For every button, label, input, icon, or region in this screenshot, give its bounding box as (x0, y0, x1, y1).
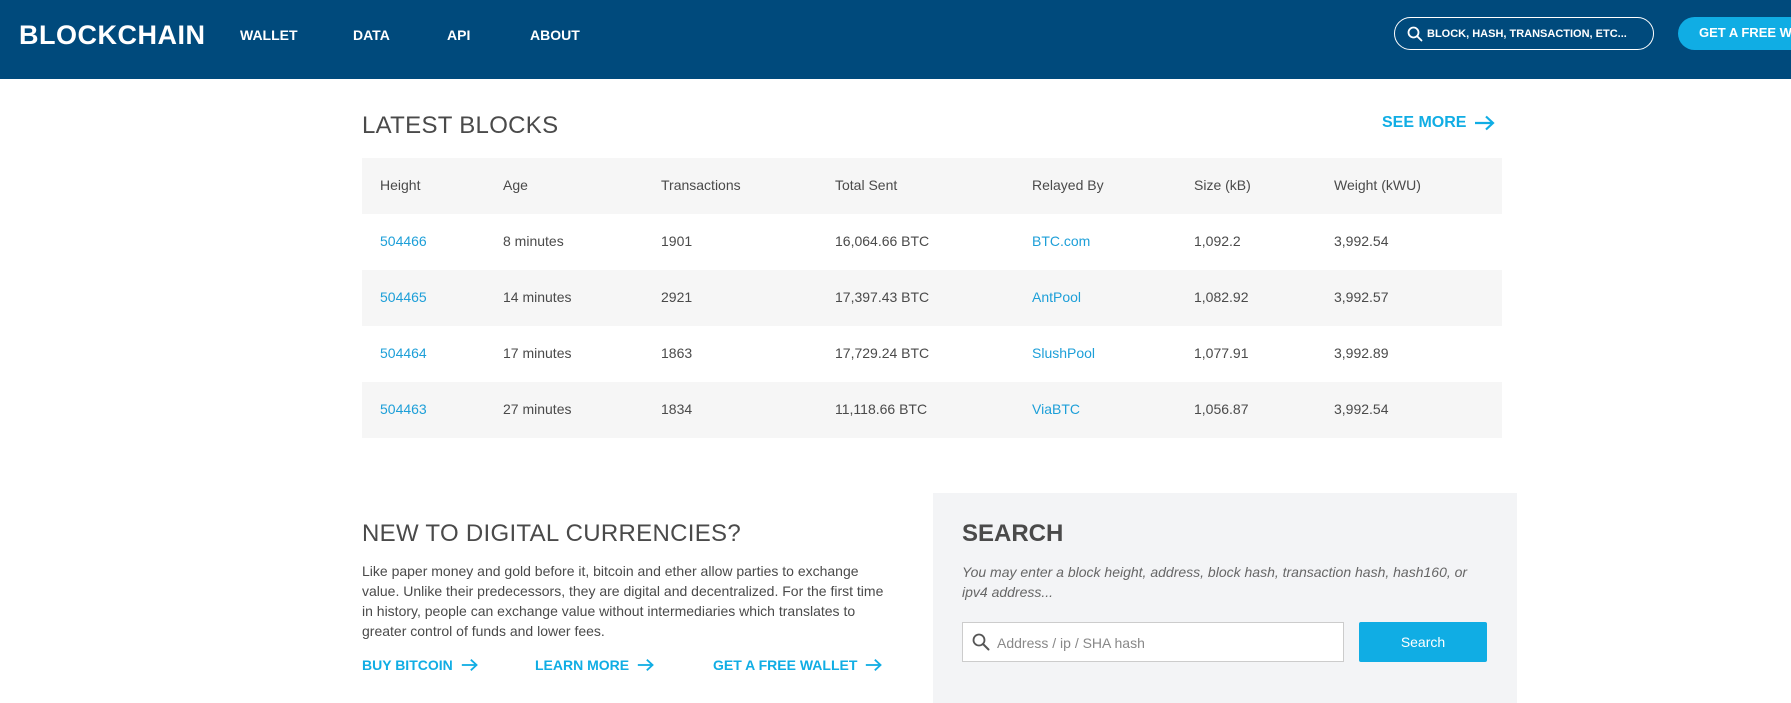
arrow-right-icon (637, 659, 654, 671)
column-header-size: Size (kB) (1194, 177, 1251, 193)
get-free-wallet-label: GET A FREE WALLET (713, 657, 858, 673)
table-row: 504464 17 minutes 1863 17,729.24 BTC Slu… (362, 326, 1502, 382)
block-size: 1,082.92 (1194, 289, 1249, 305)
block-weight: 3,992.54 (1334, 233, 1389, 249)
search-icon (1407, 26, 1423, 42)
buy-bitcoin-label: BUY BITCOIN (362, 657, 453, 673)
block-size: 1,056.87 (1194, 401, 1249, 417)
blockchain-logo[interactable]: BLOCKCHAIN (19, 20, 206, 51)
search-button[interactable]: Search (1359, 622, 1487, 662)
search-icon (972, 633, 990, 651)
search-field (962, 622, 1344, 662)
latest-blocks-table: Height Age Transactions Total Sent Relay… (362, 158, 1502, 438)
block-size: 1,092.2 (1194, 233, 1241, 249)
block-transactions: 1834 (661, 401, 693, 417)
get-free-wallet-button[interactable]: GET A FREE WA (1678, 17, 1791, 50)
latest-blocks-title: LATEST BLOCKS (362, 112, 559, 139)
search-title: SEARCH (962, 520, 1064, 547)
column-header-transactions: Transactions (661, 177, 741, 193)
column-header-relayed-by: Relayed By (1032, 177, 1104, 193)
see-more-link[interactable]: SEE MORE (1382, 114, 1496, 132)
buy-bitcoin-link[interactable]: BUY BITCOIN (362, 657, 479, 673)
arrow-right-icon (1475, 115, 1496, 131)
search-panel: SEARCH You may enter a block height, add… (933, 493, 1517, 703)
relayed-by-link[interactable]: AntPool (1032, 289, 1081, 305)
new-to-digital-text: Like paper money and gold before it, bit… (362, 563, 884, 639)
block-transactions: 1863 (661, 345, 693, 361)
top-bar: BLOCKCHAIN WALLET DATA API ABOUT GET A F… (0, 0, 1791, 79)
arrow-right-icon (461, 659, 478, 671)
relayed-by-link[interactable]: SlushPool (1032, 345, 1095, 361)
search-input[interactable] (997, 633, 1337, 653)
search-description: You may enter a block height, address, b… (962, 564, 1468, 600)
block-age: 27 minutes (503, 401, 572, 417)
block-weight: 3,992.89 (1334, 345, 1389, 361)
learn-more-label: LEARN MORE (535, 657, 630, 673)
table-header-row: Height Age Transactions Total Sent Relay… (362, 158, 1502, 214)
block-total-sent: 16,064.66 BTC (835, 233, 930, 249)
block-total-sent: 11,118.66 BTC (835, 401, 928, 417)
column-header-total-sent: Total Sent (835, 177, 898, 193)
block-height-link[interactable]: 504463 (380, 401, 427, 417)
get-free-wallet-link[interactable]: GET A FREE WALLET (713, 657, 883, 673)
block-height-link[interactable]: 504466 (380, 233, 427, 249)
block-total-sent: 17,729.24 BTC (835, 345, 930, 361)
relayed-by-link[interactable]: BTC.com (1032, 233, 1090, 249)
block-weight: 3,992.54 (1334, 401, 1389, 417)
nav-data[interactable]: DATA (353, 27, 390, 43)
new-to-digital-title: NEW TO DIGITAL CURRENCIES? (362, 520, 741, 547)
block-size: 1,077.91 (1194, 345, 1249, 361)
column-header-age: Age (503, 177, 528, 193)
nav-wallet[interactable]: WALLET (240, 27, 298, 43)
column-header-height: Height (380, 177, 421, 193)
column-header-weight: Weight (kWU) (1334, 177, 1421, 193)
table-row: 504465 14 minutes 2921 17,397.43 BTC Ant… (362, 270, 1502, 326)
header-search-input[interactable] (1427, 24, 1647, 44)
block-height-link[interactable]: 504465 (380, 289, 427, 305)
block-transactions: 1901 (661, 233, 693, 249)
relayed-by-link[interactable]: ViaBTC (1032, 401, 1080, 417)
nav-api[interactable]: API (447, 27, 470, 43)
header-search (1394, 17, 1654, 50)
block-transactions: 2921 (661, 289, 693, 305)
arrow-right-icon (866, 659, 883, 671)
block-age: 14 minutes (503, 289, 572, 305)
block-total-sent: 17,397.43 BTC (835, 289, 930, 305)
block-weight: 3,992.57 (1334, 289, 1389, 305)
block-age: 8 minutes (503, 233, 564, 249)
learn-more-link[interactable]: LEARN MORE (535, 657, 655, 673)
block-height-link[interactable]: 504464 (380, 345, 427, 361)
table-row: 504466 8 minutes 1901 16,064.66 BTC BTC.… (362, 214, 1502, 270)
block-age: 17 minutes (503, 345, 572, 361)
nav-about[interactable]: ABOUT (530, 27, 580, 43)
see-more-label: SEE MORE (1382, 114, 1467, 131)
table-row: 504463 27 minutes 1834 11,118.66 BTC Via… (362, 382, 1502, 438)
